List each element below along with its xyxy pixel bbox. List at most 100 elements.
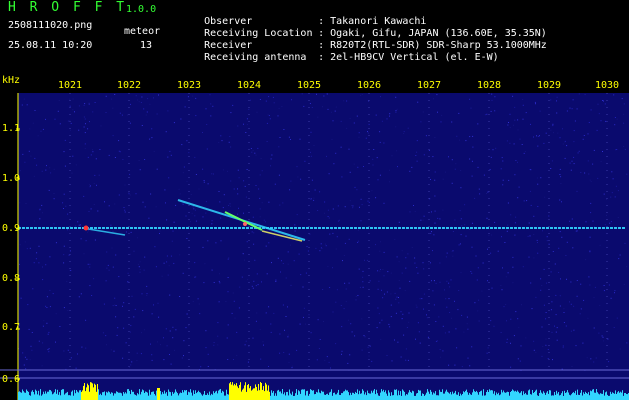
noise-dot [464, 204, 466, 206]
level-bar [214, 393, 215, 400]
level-bar [367, 390, 368, 400]
noise-dot [442, 209, 444, 211]
noise-dot [317, 116, 319, 118]
level-bar [497, 394, 498, 400]
noise-dot [461, 225, 463, 227]
noise-dot [349, 117, 351, 119]
level-bar [241, 391, 242, 400]
noise-dot [463, 331, 465, 333]
level-bar [200, 392, 201, 400]
level-bar [236, 383, 237, 400]
noise-dot [510, 318, 512, 320]
noise-dot [471, 346, 473, 348]
noise-dot [402, 313, 404, 315]
level-bar [357, 389, 358, 400]
noise-dot [474, 197, 476, 199]
noise-dot [227, 258, 229, 260]
noise-dot [156, 113, 158, 115]
level-bar [418, 389, 419, 400]
noise-dot [141, 125, 143, 126]
noise-dot [373, 149, 375, 150]
level-bar [605, 392, 606, 400]
level-bar [558, 392, 559, 400]
noise-dot [367, 346, 369, 348]
noise-dot [540, 177, 542, 179]
noise-dot [426, 314, 427, 316]
level-bar [309, 393, 310, 400]
noise-dot [550, 309, 552, 311]
noise-dot [590, 181, 592, 183]
noise-dot [58, 99, 60, 101]
noise-dot [400, 356, 402, 358]
noise-dot [539, 110, 541, 112]
noise-dot [486, 352, 488, 354]
noise-dot [386, 355, 388, 356]
level-bar [116, 391, 117, 400]
noise-dot [84, 132, 86, 134]
level-bar [570, 395, 571, 400]
noise-dot [190, 221, 191, 223]
level-bar [185, 390, 186, 400]
noise-dot [34, 110, 36, 111]
noise-dot [395, 298, 397, 300]
noise-dot [325, 243, 326, 245]
noise-dot [250, 148, 252, 149]
level-bar [338, 389, 339, 400]
noise-dot [590, 109, 592, 111]
noise-dot [118, 140, 120, 142]
level-bar [298, 390, 299, 400]
level-bar [194, 394, 195, 400]
noise-dot [300, 274, 302, 276]
noise-dot [522, 99, 524, 100]
noise-dot [157, 341, 158, 343]
noise-dot [379, 141, 381, 143]
noise-dot [83, 195, 85, 197]
noise-dot [423, 154, 425, 156]
level-bar [243, 388, 244, 400]
noise-dot [470, 271, 472, 272]
noise-dot [380, 269, 381, 270]
level-bar [108, 391, 109, 400]
noise-dot [471, 160, 473, 162]
level-bar [484, 395, 485, 400]
noise-dot [105, 280, 107, 282]
level-bar [99, 394, 100, 400]
noise-dot [376, 327, 378, 329]
level-bar [507, 391, 508, 400]
noise-dot [232, 292, 234, 294]
level-bar [209, 391, 210, 400]
noise-dot [147, 98, 149, 100]
noise-dot [521, 144, 523, 145]
noise-dot [445, 256, 447, 258]
noise-dot [589, 251, 591, 253]
level-bar [283, 394, 284, 400]
noise-dot [243, 212, 244, 214]
level-bar [373, 390, 374, 400]
level-bar [278, 389, 279, 400]
noise-dot [517, 358, 519, 360]
noise-dot [99, 149, 101, 150]
level-bar [346, 390, 347, 400]
noise-dot [452, 231, 454, 232]
noise-dot [419, 298, 421, 300]
noise-dot [256, 312, 258, 314]
level-bar [57, 389, 58, 400]
noise-dot [247, 361, 249, 363]
noise-dot [165, 328, 167, 330]
noise-dot [425, 135, 427, 137]
level-bar [368, 393, 369, 400]
noise-dot [477, 166, 479, 168]
noise-dot [552, 359, 553, 361]
noise-dot [533, 340, 535, 342]
noise-dot [305, 272, 307, 274]
noise-dot [340, 146, 342, 148]
level-bar [289, 389, 290, 400]
noise-dot [614, 117, 616, 118]
noise-dot [476, 279, 478, 281]
noise-dot [205, 212, 207, 214]
noise-dot [573, 329, 575, 331]
noise-dot [150, 343, 151, 345]
noise-dot [84, 103, 86, 105]
level-bar [176, 391, 177, 400]
level-bar [106, 391, 107, 400]
